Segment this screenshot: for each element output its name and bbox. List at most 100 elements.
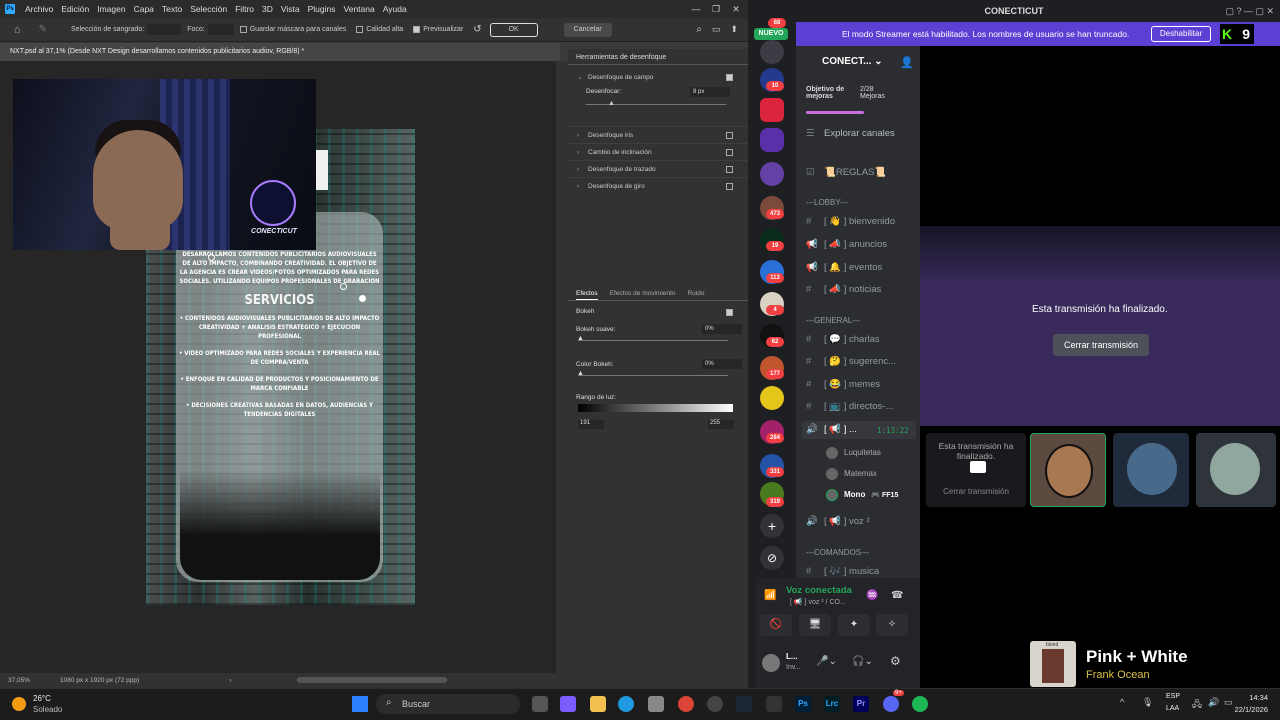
slider-thumb-icon[interactable]: ▲	[608, 100, 615, 107]
menu-capa[interactable]: Capa	[130, 4, 158, 14]
discord-window-controls[interactable]: ▢ ? — ▢ ✕	[1225, 0, 1274, 22]
menu-seleccion[interactable]: Selección	[186, 4, 231, 14]
mascara-checkbox[interactable]	[239, 26, 247, 33]
slider-thumb-icon[interactable]: ▲	[577, 335, 584, 342]
menu-ventana[interactable]: Ventana	[340, 4, 379, 14]
server-name[interactable]: CONECT... ⌄	[822, 56, 883, 67]
minimize-icon[interactable]: —	[686, 4, 706, 14]
volume-icon[interactable]: 🔊	[1208, 697, 1219, 708]
menu-filtro[interactable]: Filtro	[231, 4, 258, 14]
obs-icon[interactable]	[707, 696, 723, 712]
channel-voz2[interactable]: 🔊 [ 📢 ] voz ²	[806, 514, 916, 530]
blur-pin-handle[interactable]	[359, 295, 366, 302]
menu-3d[interactable]: 3D	[258, 4, 277, 14]
headphones-icon[interactable]: 🎧⌄	[852, 656, 873, 667]
copilot-icon[interactable]	[560, 696, 576, 712]
cancel-button[interactable]: Cancelar	[563, 22, 612, 37]
spotify-icon[interactable]	[912, 696, 928, 712]
soundboard-button[interactable]: ✧	[876, 614, 908, 636]
iris-blur-checkbox[interactable]	[726, 132, 733, 139]
blur-tool-icon[interactable]: ✎	[39, 24, 47, 35]
category-general[interactable]: ---GENERAL---	[806, 316, 860, 325]
windows-start-icon[interactable]	[352, 696, 368, 712]
chrome-icon[interactable]	[678, 696, 694, 712]
desenfocar-input[interactable]: 8 px	[690, 87, 730, 97]
reset-icon[interactable]: ↺	[473, 24, 481, 35]
channel-directos[interactable]: # [ 📺 ] directos-...	[806, 399, 916, 415]
participant-tile[interactable]	[1196, 433, 1276, 507]
voice-user[interactable]: Matemax	[826, 467, 877, 481]
bokeh-suave-input[interactable]: 0%	[702, 324, 742, 334]
soundboard-icon[interactable]: ♒	[866, 590, 878, 601]
bokeh-suave-slider[interactable]	[578, 340, 728, 341]
voice-user[interactable]: Luquitetas	[826, 446, 881, 460]
spin-blur-checkbox[interactable]	[726, 183, 733, 190]
tab-efectos-movimiento[interactable]: Efectos de movimiento	[610, 286, 676, 300]
participant-tile[interactable]	[1113, 433, 1189, 507]
avatar[interactable]	[762, 654, 780, 672]
tilt-shift-row[interactable]: › Cambio de inclinación	[568, 143, 748, 160]
previsualizar-checkbox[interactable]	[413, 26, 421, 33]
channel-charlas[interactable]: # [ 💬 ] charlas	[806, 332, 916, 348]
clock-time[interactable]: 14:34	[1236, 693, 1268, 702]
stream-tile[interactable]: Esta transmisión ha finalizado. Cerrar t…	[926, 433, 1026, 507]
channel-bienvenido[interactable]: # [ 👋 ] bienvenido	[806, 214, 916, 230]
participant-tile-speaking[interactable]	[1030, 433, 1106, 507]
clock-date[interactable]: 22/1/2026	[1224, 705, 1268, 714]
menu-vista[interactable]: Vista	[277, 4, 304, 14]
file-explorer-icon[interactable]	[590, 696, 606, 712]
slider-thumb-icon[interactable]: ▲	[577, 370, 584, 377]
lang-layout[interactable]: LAA	[1166, 705, 1179, 712]
activities-button[interactable]: ✦	[838, 614, 870, 636]
twitch-icon[interactable]	[760, 162, 784, 186]
rango-max-input[interactable]: 255	[708, 420, 734, 429]
channel-memes[interactable]: # [ 😂 ] memes	[806, 377, 916, 393]
path-blur-row[interactable]: › Desenfoque de trazado	[568, 160, 748, 177]
steam-icon[interactable]	[736, 696, 752, 712]
menu-plugins[interactable]: Plugins	[304, 4, 340, 14]
tab-efectos[interactable]: Efectos	[576, 286, 598, 300]
photoshop-taskbar-icon[interactable]: Ps	[795, 696, 811, 712]
desenfocar-slider[interactable]	[586, 104, 726, 105]
canvas-scrollbar[interactable]	[556, 61, 568, 673]
premiere-icon[interactable]: Pr	[853, 696, 869, 712]
sun-icon[interactable]	[12, 697, 26, 711]
calidad-checkbox[interactable]	[356, 26, 364, 33]
field-blur-row[interactable]: ⌄ Desenfoque de campo	[568, 69, 748, 86]
color-bokeh-input[interactable]: 0%	[702, 359, 742, 369]
discover-icon[interactable]: ⊘	[760, 546, 784, 570]
rango-min-input[interactable]: 191	[578, 420, 604, 429]
maximize-icon[interactable]: ❐	[706, 4, 726, 15]
add-server-icon[interactable]: +	[760, 514, 784, 538]
menu-ayuda[interactable]: Ayuda	[379, 4, 411, 14]
light-range-gradient[interactable]	[578, 404, 733, 412]
blur-pin-handle[interactable]	[208, 254, 215, 261]
status-arrow-icon[interactable]: ›	[229, 677, 231, 684]
tilt-shift-checkbox[interactable]	[726, 149, 733, 156]
epic-games-icon[interactable]	[766, 696, 782, 712]
lang-label[interactable]: ESP	[1166, 693, 1180, 700]
path-blur-checkbox[interactable]	[726, 166, 733, 173]
add-member-icon[interactable]: 👤	[900, 56, 914, 69]
zoom-level[interactable]: 37,05%	[8, 677, 30, 684]
voice-user[interactable]: Mono 🎮 FF15	[826, 488, 898, 502]
network-icon[interactable]: 🖧	[1192, 697, 1202, 713]
channel-sugerencias[interactable]: # [ 🤔 ] sugerenc...	[806, 354, 916, 370]
disable-streamer-button[interactable]: Deshabilitar	[1151, 26, 1211, 42]
iris-blur-row[interactable]: › Desenfoque iris	[568, 126, 748, 143]
share-icon[interactable]: ⬆	[730, 24, 738, 35]
bokeh-checkbox[interactable]	[726, 309, 733, 316]
close-icon[interactable]: ✕	[726, 4, 746, 15]
tile-close-stream[interactable]: Cerrar transmisión	[934, 487, 1018, 496]
screen-share-button[interactable]: 🖥	[799, 614, 831, 636]
taskbar-search[interactable]: Buscar	[376, 694, 520, 714]
microphone-tray-icon[interactable]: 🎙	[1142, 697, 1153, 708]
foco-field[interactable]	[207, 24, 234, 35]
tab-ruido[interactable]: Ruido	[687, 286, 704, 300]
disconnect-icon[interactable]: ☎	[891, 590, 903, 601]
horizontal-scrollbar[interactable]	[297, 677, 447, 683]
voice-channel-name[interactable]: [ 📢 ] voz ² / CO...	[790, 598, 846, 606]
color-bokeh-slider[interactable]	[578, 375, 728, 376]
menu-edicion[interactable]: Edición	[57, 4, 93, 14]
document-tab[interactable]: NXT.psd al 37,1% (Desde NXT Design desar…	[0, 43, 560, 61]
